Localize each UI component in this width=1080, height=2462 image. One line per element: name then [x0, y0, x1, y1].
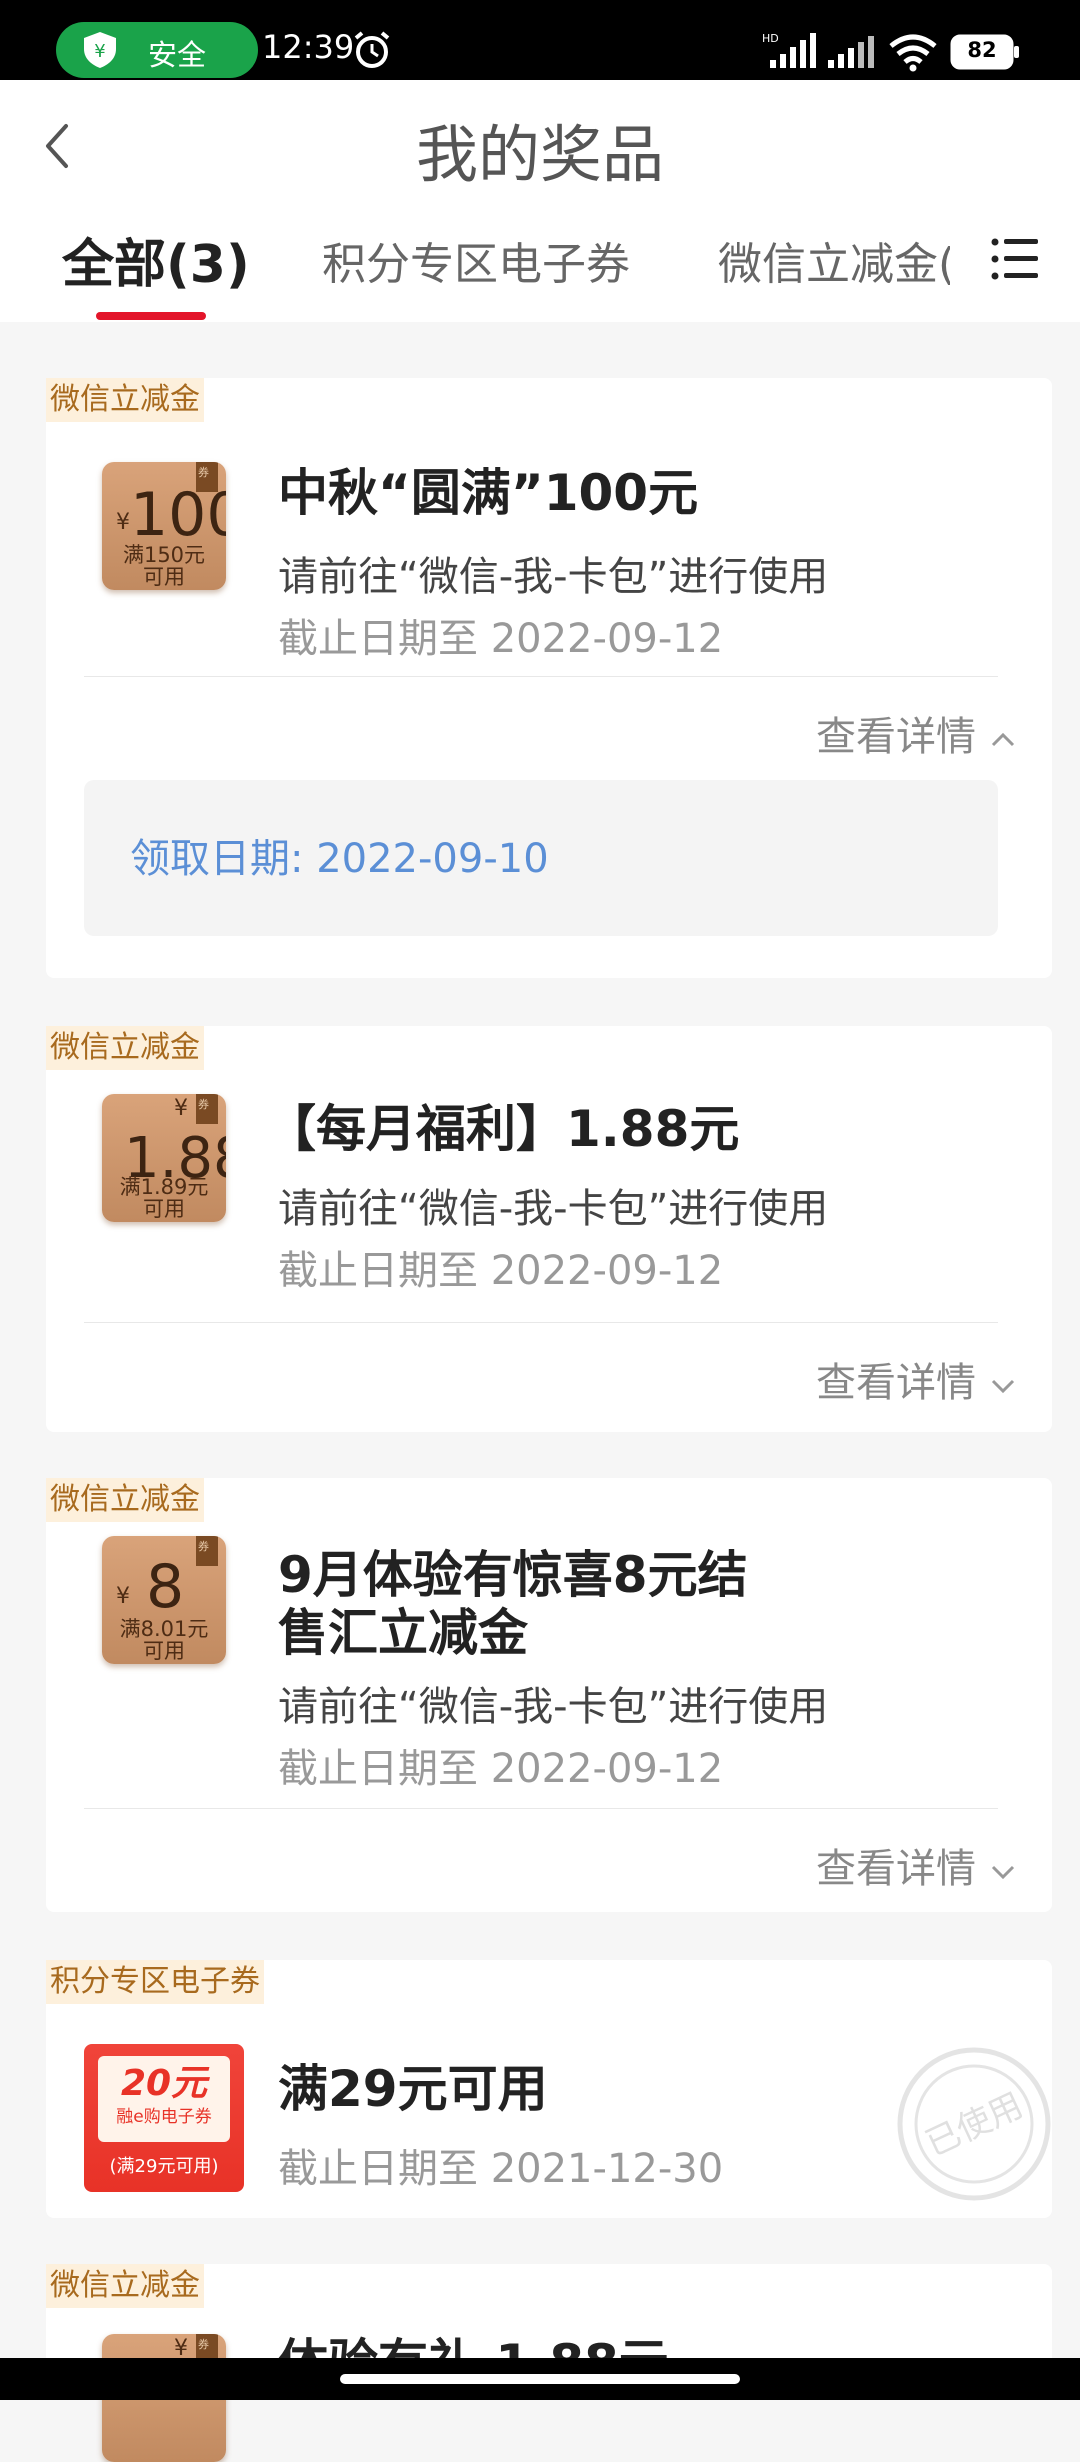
used-stamp-label: 已使用 — [920, 2085, 1029, 2164]
receive-date: 领取日期: 2022-09-10 — [130, 836, 549, 882]
divider — [84, 676, 998, 677]
app-header: 我的奖品 全部(3) 积分专区电子券 微信立减金( — [0, 80, 1080, 322]
coupon-amount: 8 — [146, 1552, 185, 1622]
status-bar: ¥ 安全 12:39 HD 82 — [0, 0, 1080, 80]
prize-title-line: 售汇立减金 — [278, 1604, 528, 1662]
wifi-icon — [889, 34, 937, 72]
ecoupon-amount: 20元 — [120, 2063, 208, 2104]
signal-hd-icon: HD — [762, 32, 816, 68]
divider — [84, 1808, 998, 1809]
shield-icon: ¥ — [84, 32, 116, 68]
prize-title: 满29元可用 — [278, 2060, 548, 2118]
prize-card: 积分专区电子券 20元 融e购电子券 (满29元可用) 满29元可用 截止日期至… — [46, 1960, 1052, 2218]
category-tag: 微信立减金 — [46, 2264, 204, 2308]
coupon-amount: 100 — [130, 480, 226, 550]
coupon-condition-line: 可用 — [143, 565, 185, 589]
prize-card: 微信立减金 ¥ 100 满150元 可用 中秋“圆满”100元 请前往“微信-我… — [46, 378, 1052, 978]
chevron-down-icon — [991, 1865, 1015, 1880]
home-indicator[interactable] — [340, 2374, 740, 2384]
prize-card: 微信立减金 ¥ 1.88 满1.89元 可用 【每月福利】1.88元 请前往“微… — [46, 1026, 1052, 1432]
coupon-badge: ¥ 100 满150元 可用 — [102, 462, 226, 590]
battery-level: 82 — [967, 38, 997, 62]
currency-symbol: ¥ — [116, 510, 130, 535]
category-tag: 积分专区电子券 — [46, 1960, 264, 2004]
ecoupon-brand: 融e购电子券 — [116, 2107, 212, 2127]
usage-instruction: 请前往“微信-我-卡包”进行使用 — [278, 1186, 829, 1232]
coupon-condition: 满8.01元 可用 — [102, 1618, 226, 1662]
tab-all[interactable]: 全部(3) — [62, 222, 250, 297]
usage-instruction: 请前往“微信-我-卡包”进行使用 — [278, 554, 829, 600]
tab-wechat-discount[interactable]: 微信立减金( — [718, 228, 950, 292]
prize-title: 9月体验有惊喜8元结 售汇立减金 — [278, 1546, 748, 1662]
view-details-button[interactable]: 查看详情 — [816, 1836, 1016, 1894]
coupon-flag-icon — [196, 1536, 218, 1566]
chevron-up-icon — [991, 732, 1015, 747]
security-status-pill[interactable]: ¥ 安全 — [56, 22, 258, 78]
coupon-condition-line: 满1.89元 — [119, 1175, 209, 1199]
receive-date-panel: 领取日期: 2022-09-10 — [84, 780, 998, 936]
expiry-date: 截止日期至 2022-09-12 — [278, 1746, 724, 1792]
category-tag: 微信立减金 — [46, 1026, 204, 1070]
view-details-label: 查看详情 — [816, 1846, 976, 1892]
coupon-condition: 满1.89元 可用 — [102, 1176, 226, 1220]
view-details-label: 查看详情 — [816, 714, 976, 760]
coupon-badge: ¥ 8 满8.01元 可用 — [102, 1536, 226, 1664]
coupon-condition: 满150元 可用 — [102, 544, 226, 588]
prize-title-line: 9月体验有惊喜8元结 — [278, 1546, 748, 1604]
ecoupon-condition: (满29元可用) — [109, 2156, 219, 2177]
security-label: 安全 — [148, 38, 207, 72]
svg-text:¥: ¥ — [94, 41, 105, 62]
currency-symbol: ¥ — [116, 1584, 130, 1609]
prize-title: 中秋“圆满”100元 — [278, 464, 699, 522]
prize-card: 微信立减金 ¥ 8 满8.01元 可用 9月体验有惊喜8元结 售汇立减金 请前往… — [46, 1478, 1052, 1912]
tab-points-ecoupon[interactable]: 积分专区电子券 — [322, 228, 630, 292]
svg-text:HD: HD — [762, 32, 779, 45]
chevron-down-icon — [991, 1379, 1015, 1394]
currency-symbol: ¥ — [174, 1096, 188, 1121]
active-tab-indicator — [96, 312, 206, 320]
coupon-condition-line: 满8.01元 — [119, 1617, 209, 1641]
coupon-badge: ¥ 1.88 满1.89元 可用 — [102, 1094, 226, 1222]
menu-list-icon[interactable] — [990, 236, 1040, 282]
coupon-condition-line: 满150元 — [122, 543, 206, 567]
ecoupon-image: 20元 融e购电子券 (满29元可用) — [84, 2044, 244, 2192]
view-details-button[interactable]: 查看详情 — [816, 704, 1016, 762]
category-tag: 微信立减金 — [46, 378, 204, 422]
expiry-date: 截止日期至 2021-12-30 — [278, 2146, 724, 2192]
coupon-condition-line: 可用 — [143, 1639, 185, 1663]
used-stamp-icon: 已使用 — [897, 2047, 1051, 2201]
clock: 12:39 — [262, 28, 355, 66]
usage-instruction: 请前往“微信-我-卡包”进行使用 — [278, 1684, 829, 1730]
category-tag: 微信立减金 — [46, 1478, 204, 1522]
coupon-condition-line: 可用 — [143, 1197, 185, 1221]
signal-icon — [828, 36, 874, 68]
coupon-flag-icon — [196, 1094, 218, 1124]
expiry-date: 截止日期至 2022-09-12 — [278, 616, 724, 662]
view-details-button[interactable]: 查看详情 — [816, 1350, 1016, 1408]
alarm-clock-icon — [354, 31, 390, 68]
divider — [84, 1322, 998, 1323]
prize-title: 【每月福利】1.88元 — [266, 1100, 740, 1158]
expiry-date: 截止日期至 2022-09-12 — [278, 1248, 724, 1294]
view-details-label: 查看详情 — [816, 1360, 976, 1406]
page-title: 我的奖品 — [415, 118, 664, 191]
